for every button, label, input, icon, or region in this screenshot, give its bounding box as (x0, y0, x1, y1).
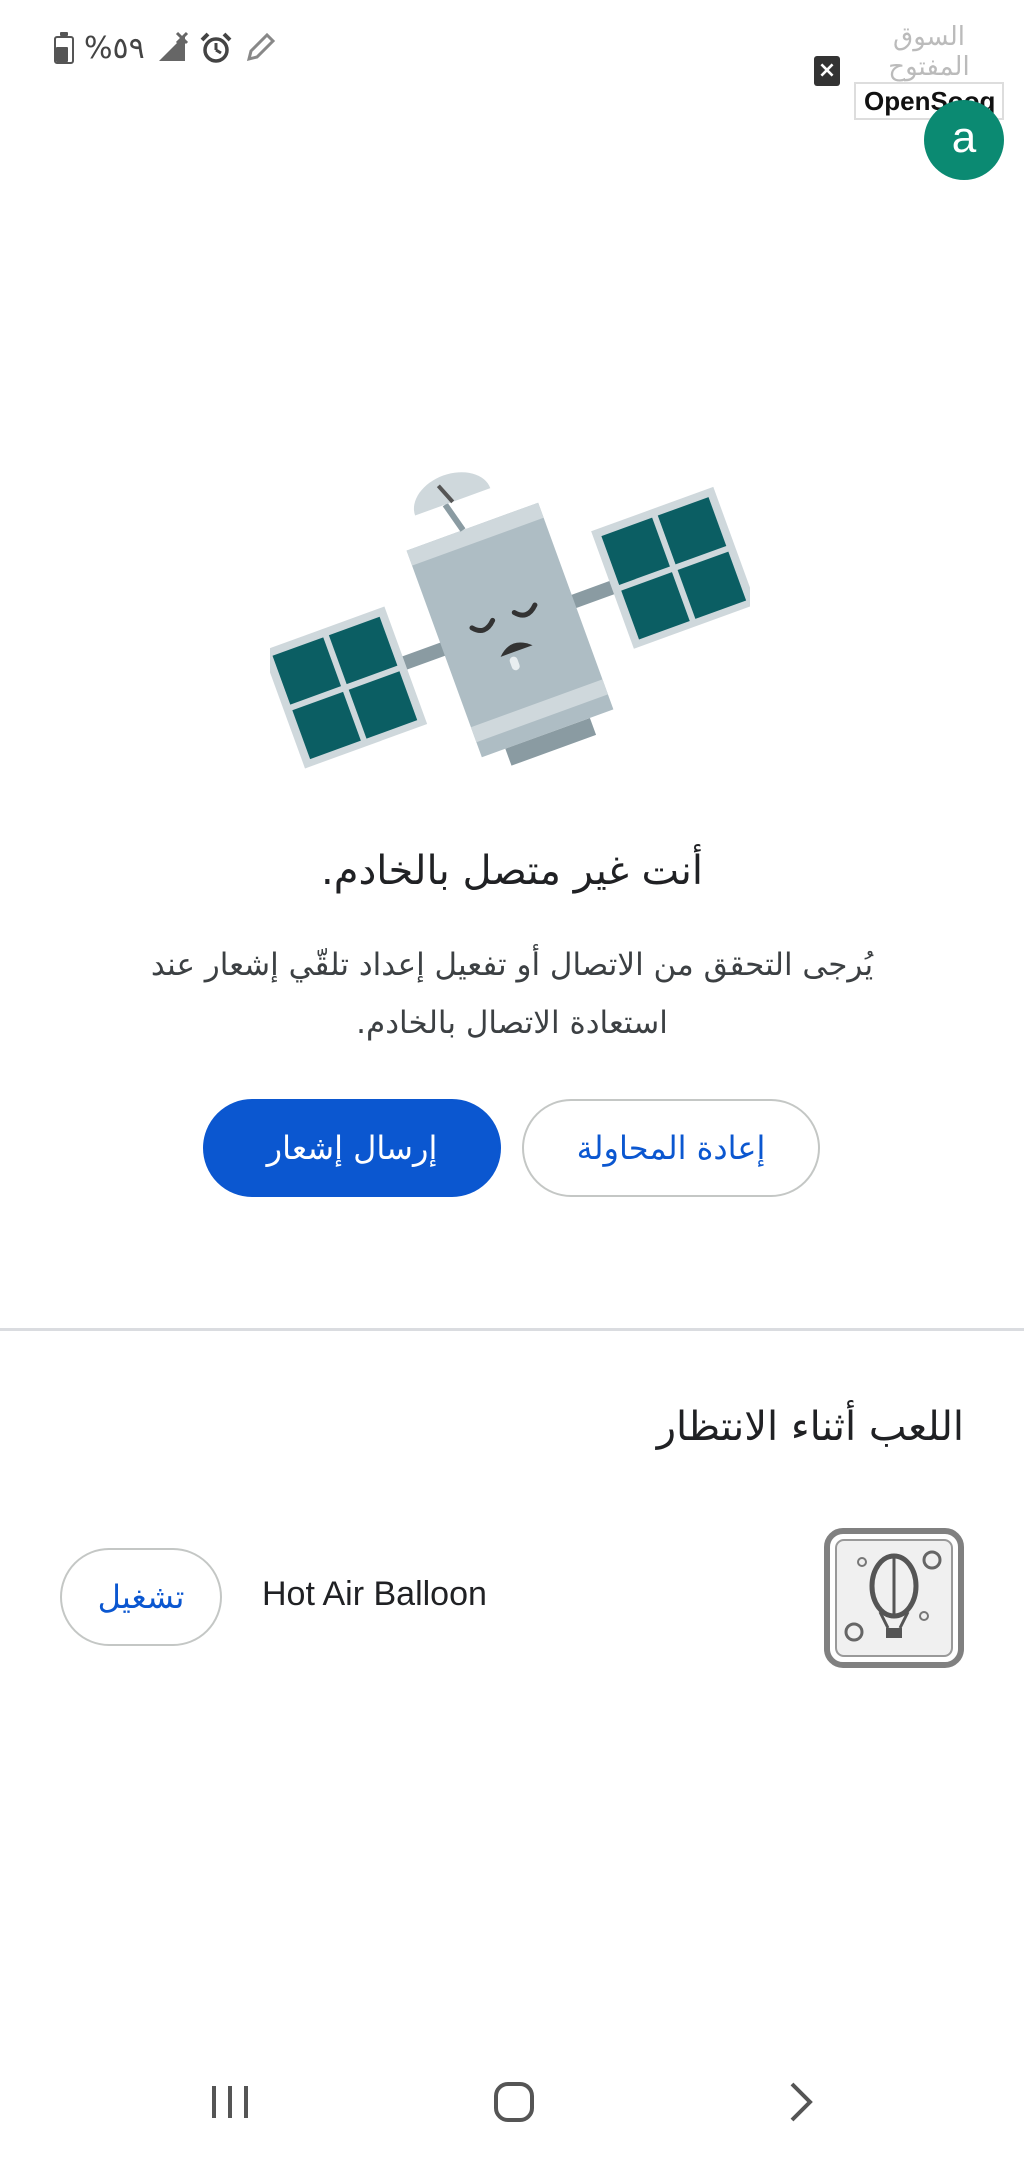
no-signal-icon (158, 31, 188, 61)
battery-percent: %٥٩ (84, 30, 145, 66)
recent-apps-icon[interactable] (208, 2082, 252, 2122)
section-divider (0, 1328, 1024, 1331)
play-game-button[interactable]: تشغيل (60, 1548, 222, 1646)
offline-title: أنت غير متصل بالخادم. (320, 848, 703, 894)
retry-button[interactable]: إعادة المحاولة (522, 1099, 820, 1197)
game-name: Hot Air Balloon (262, 1575, 487, 1613)
watermark-arabic: السوق المفتوح (888, 22, 970, 82)
games-section-title: اللعب أثناء الانتظار (656, 1404, 964, 1450)
battery-icon (54, 32, 74, 64)
offline-description: يُرجى التحقق من الاتصال أو تفعيل إعداد ت… (150, 947, 874, 1041)
status-bar-left: %٥٩ (54, 28, 277, 68)
alarm-icon (200, 32, 232, 63)
account-avatar[interactable]: a (924, 100, 1004, 180)
sleeping-satellite-illustration (270, 472, 750, 769)
close-notification-icon: × (814, 56, 840, 86)
home-icon[interactable] (492, 2080, 536, 2124)
send-notification-button[interactable]: إرسال إشعار (203, 1099, 501, 1197)
edit-icon (246, 32, 275, 62)
back-icon[interactable] (786, 2080, 816, 2124)
hot-air-balloon-icon[interactable] (824, 1528, 964, 1668)
